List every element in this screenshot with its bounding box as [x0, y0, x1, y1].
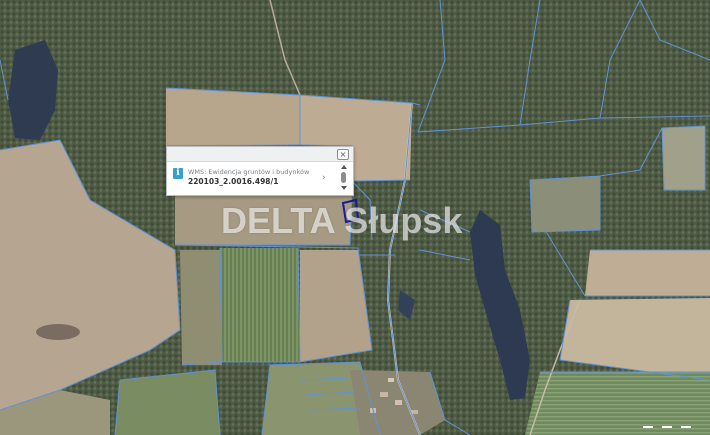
layer-label: WMS: Ewidencja gruntów i budynków: [188, 168, 310, 176]
scroll-up-icon[interactable]: [341, 165, 347, 169]
watermark: DELTA Słupsk: [221, 200, 463, 241]
field-south: [115, 370, 220, 435]
field-patch: [36, 324, 80, 340]
crop-field: [220, 248, 300, 362]
scroll-down-icon[interactable]: [341, 186, 347, 190]
meadow-northeast: [662, 126, 705, 190]
map-view[interactable]: × i WMS: Ewidencja gruntów i budynków 22…: [0, 0, 710, 435]
parcel-id: 220103_2.0016.498/1: [188, 177, 279, 186]
meadow-east: [530, 176, 600, 232]
parcel-info-popup: × i WMS: Ewidencja gruntów i budynków 22…: [166, 146, 354, 196]
scroll-thumb[interactable]: [341, 172, 346, 183]
meadow-strip: [180, 250, 222, 365]
scale-bar: [643, 424, 691, 430]
info-icon: i: [173, 168, 183, 179]
popup-header: ×: [167, 147, 353, 162]
popup-scrollbar[interactable]: [339, 163, 349, 193]
field-east-upper: [585, 250, 710, 296]
next-result-icon[interactable]: ›: [322, 173, 326, 183]
close-icon[interactable]: ×: [337, 149, 349, 160]
field-north-left: [166, 88, 300, 146]
